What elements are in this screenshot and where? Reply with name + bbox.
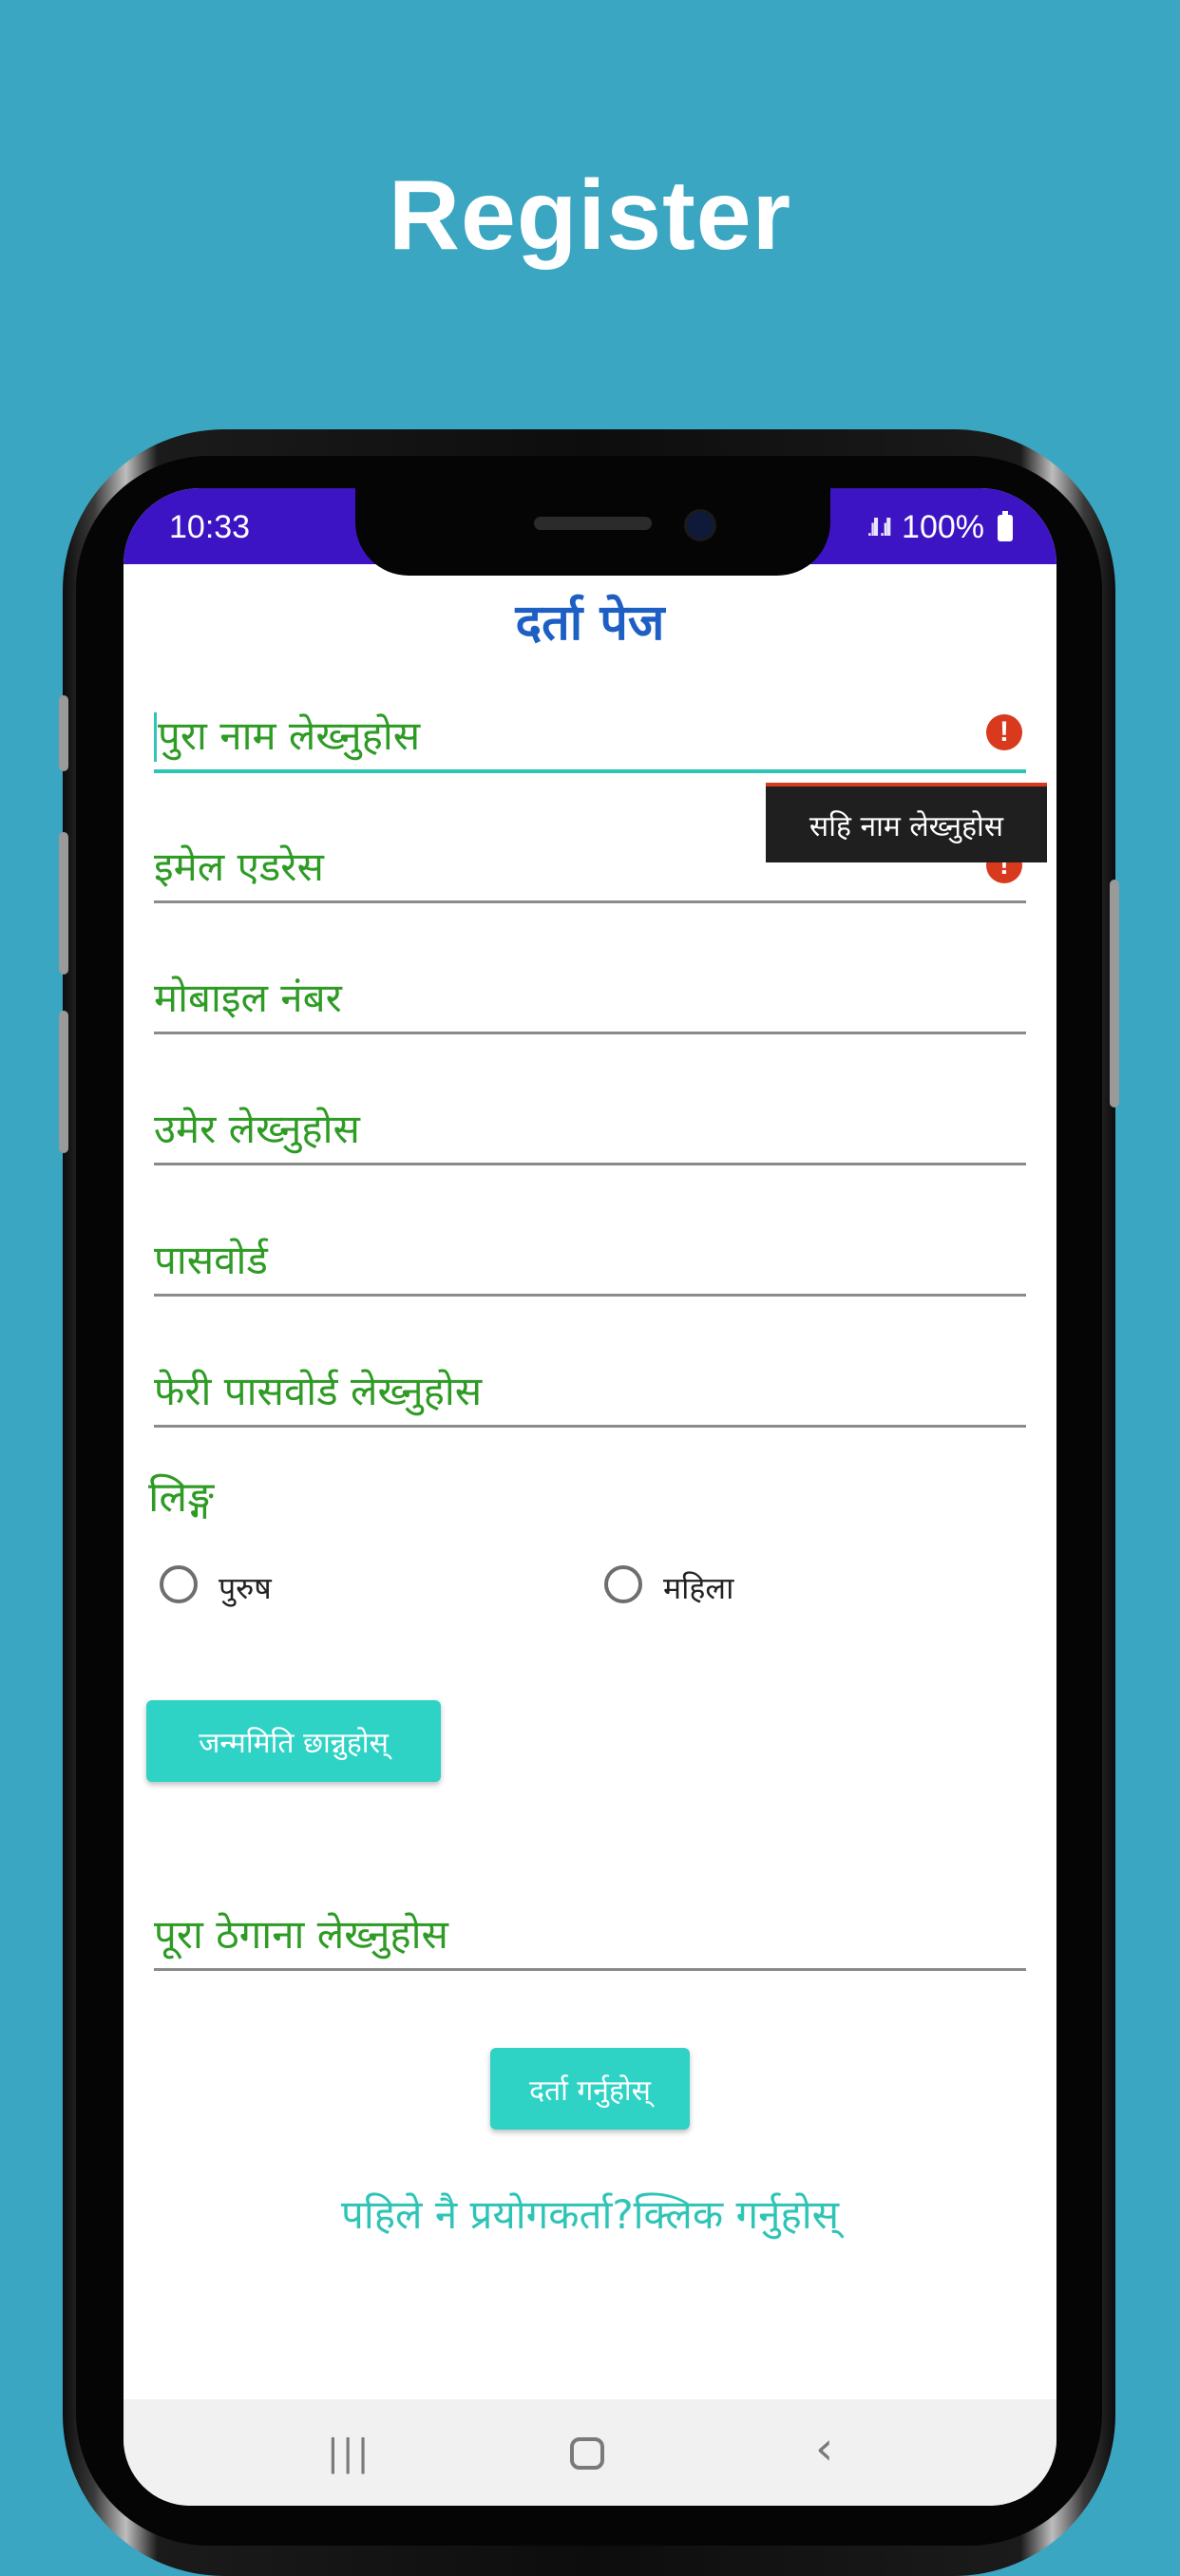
front-camera (684, 509, 716, 541)
error-icon[interactable]: ! (986, 714, 1022, 750)
female-label[interactable]: महिला (663, 1567, 733, 1608)
battery-percent: 100% (902, 509, 984, 545)
full-name-placeholder: पुरा नाम लेख्नुहोस (158, 712, 421, 759)
email-placeholder: इमेल एडरेस (154, 843, 324, 890)
signal-icon: .ıll .ıll (866, 513, 892, 541)
status-time: 10:33 (169, 509, 251, 545)
address-placeholder: पूरा ठेगाना लेख्नुहोस (154, 1911, 448, 1958)
address-field[interactable]: पूरा ठेगाना लेख्नुहोस (154, 1892, 1026, 1971)
power-button (1110, 880, 1119, 1108)
error-tooltip: सहि नाम लेख्नुहोस (766, 783, 1047, 862)
volume-button (59, 695, 68, 771)
male-radio[interactable] (160, 1565, 198, 1603)
password-placeholder: पासवोर्ड (154, 1237, 268, 1283)
status-right: .ıll .ıll 100% (866, 509, 1013, 546)
text-cursor (154, 712, 157, 762)
camera-notch (355, 488, 830, 576)
age-field[interactable]: उमेर लेख्नुहोस (154, 1087, 1026, 1165)
dob-button[interactable]: जन्ममिति छान्नुहोस् (146, 1700, 441, 1782)
phone-screen: 10:33 .ıll .ıll 100% दर्ता पेज पुरा नाम … (124, 488, 1056, 2506)
battery-icon (998, 510, 1013, 541)
bixby-button (59, 1011, 68, 1153)
navigation-bar: ||| ‹ (124, 2399, 1056, 2506)
back-icon[interactable]: ‹ (815, 2422, 833, 2475)
recent-apps-icon[interactable]: ||| (327, 2432, 371, 2473)
confirm-password-field[interactable]: फेरी पासवोर्ड लेख्नुहोस (154, 1349, 1026, 1428)
page-title: दर्ता पेज (515, 595, 665, 652)
password-field[interactable]: पासवोर्ड (154, 1218, 1026, 1297)
volume-down-button (59, 832, 68, 975)
mobile-placeholder: मोबाइल नंबर (154, 975, 342, 1021)
age-placeholder: उमेर लेख्नुहोस (154, 1106, 360, 1152)
gender-label: लिङ्ग (148, 1473, 215, 1522)
earpiece-speaker (534, 517, 652, 530)
login-link[interactable]: पहिले नै प्रयोगकर्ता?क्लिक गर्नुहोस् (124, 2187, 1056, 2241)
confirm-password-placeholder: फेरी पासवोर्ड लेख्नुहोस (154, 1368, 483, 1414)
mobile-field[interactable]: मोबाइल नंबर (154, 956, 1026, 1034)
register-button[interactable]: दर्ता गर्नुहोस् (490, 2048, 690, 2130)
home-icon[interactable] (570, 2437, 604, 2470)
full-name-field[interactable]: पुरा नाम लेख्नुहोस ! (154, 693, 1026, 773)
female-radio[interactable] (604, 1565, 642, 1603)
male-label[interactable]: पुरुष (219, 1567, 272, 1608)
promo-headline: Register (388, 161, 792, 271)
